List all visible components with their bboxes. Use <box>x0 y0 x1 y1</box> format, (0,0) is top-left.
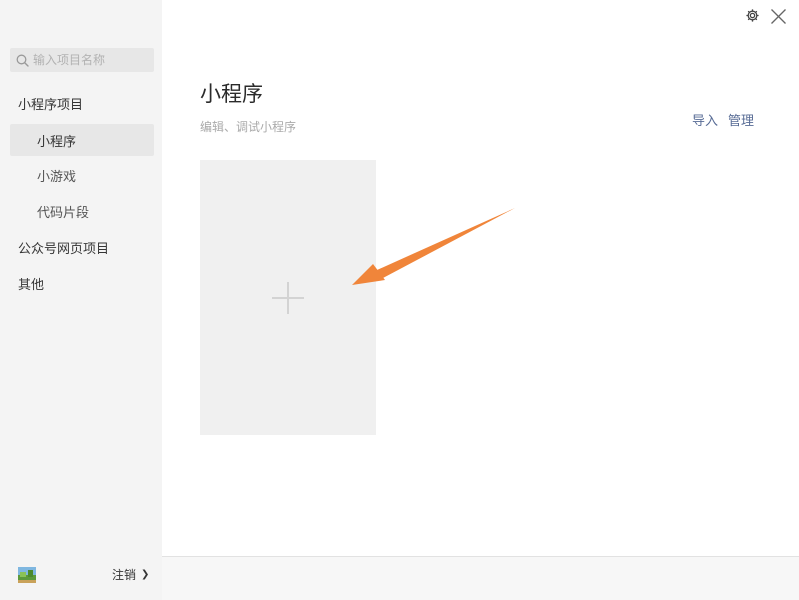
sidebar: 小程序项目 小程序 小游戏 代码片段 公众号网页项目 其他 注销 ❯ <box>0 0 162 600</box>
sidebar-item-label: 小程序 <box>37 134 77 150</box>
sidebar-item-miniprogram[interactable]: 小程序 <box>10 124 154 156</box>
logout-label: 注销 <box>112 568 137 582</box>
page-subtitle: 编辑、调试小程序 <box>200 120 297 134</box>
sidebar-item-code-snippets[interactable]: 代码片段 <box>10 195 154 227</box>
search-input[interactable] <box>33 53 151 67</box>
plus-icon <box>272 282 304 314</box>
logout-button[interactable]: 注销 ❯ <box>112 566 149 583</box>
settings-button[interactable] <box>745 8 760 27</box>
manage-link[interactable]: 管理 <box>728 110 754 129</box>
sidebar-item-label: 代码片段 <box>37 205 90 221</box>
page-title: 小程序 <box>200 82 263 106</box>
sidebar-item-minigame[interactable]: 小游戏 <box>10 159 154 191</box>
sidebar-item-miniprogram-projects[interactable]: 小程序项目 <box>18 87 154 119</box>
import-link[interactable]: 导入 <box>692 110 718 129</box>
sidebar-item-label: 小游戏 <box>37 169 77 185</box>
sidebar-item-label: 公众号网页项目 <box>18 241 110 257</box>
sidebar-item-label: 小程序项目 <box>18 97 84 113</box>
close-icon <box>771 9 786 24</box>
search-box[interactable] <box>10 48 154 72</box>
sidebar-item-other[interactable]: 其他 <box>18 267 154 299</box>
avatar[interactable] <box>18 567 36 583</box>
close-button[interactable] <box>770 8 787 29</box>
chevron-right-icon: ❯ <box>141 569 150 580</box>
annotation-arrow <box>352 208 515 285</box>
new-project-card[interactable] <box>200 160 376 435</box>
search-icon <box>16 54 29 67</box>
gear-icon <box>746 9 759 22</box>
sidebar-item-label: 其他 <box>18 277 45 293</box>
footer-bar <box>162 556 799 600</box>
sidebar-item-official-account-web[interactable]: 公众号网页项目 <box>18 231 154 263</box>
account-bar: 注销 ❯ <box>0 554 162 600</box>
